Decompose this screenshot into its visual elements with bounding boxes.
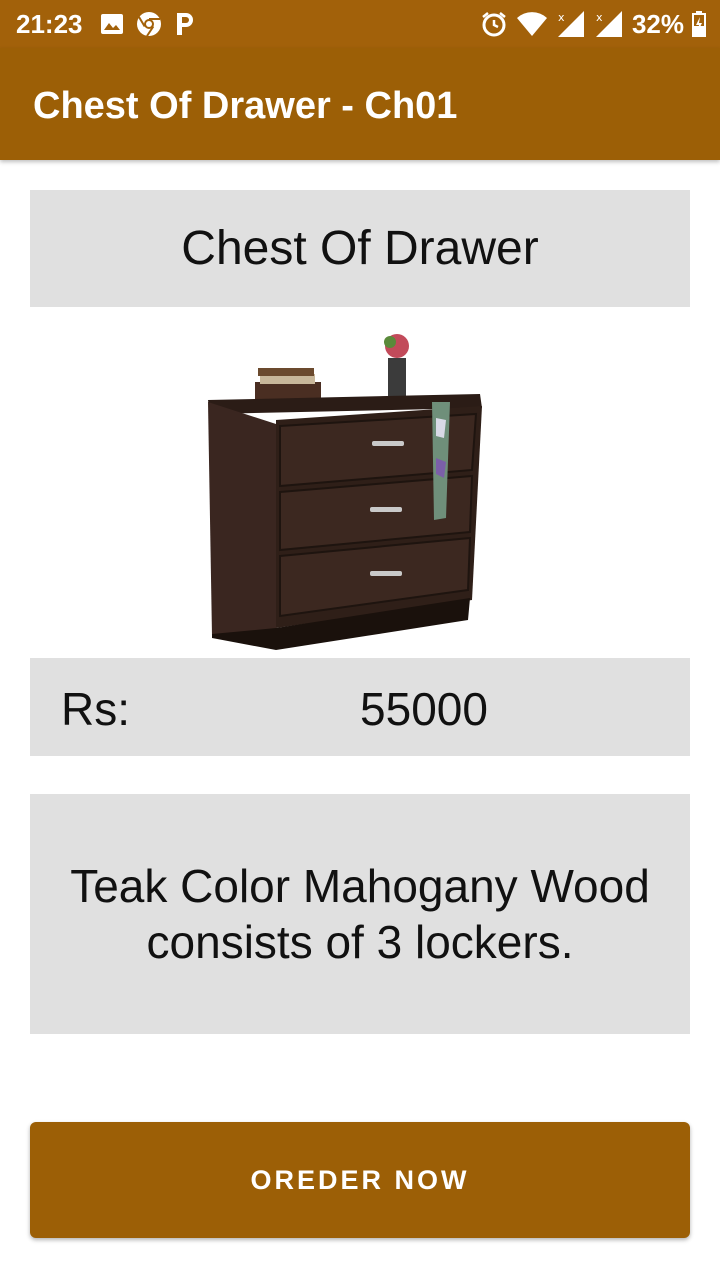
signal-icon: x: [557, 11, 584, 37]
signal-icon: x: [595, 11, 622, 37]
image-icon: [101, 14, 123, 34]
page-title: Chest Of Drawer - Ch01: [33, 85, 458, 127]
svg-text:x: x: [558, 11, 565, 24]
p-icon: [177, 13, 193, 35]
order-now-button[interactable]: OREDER NOW: [30, 1122, 690, 1238]
status-time: 21:23: [16, 9, 83, 39]
status-system-icons: x x 32%: [480, 8, 706, 40]
battery-icon: [692, 11, 706, 37]
price-value: 55000: [360, 683, 488, 735]
price-panel: Rs: 55000: [30, 658, 690, 756]
alarm-icon: [482, 12, 506, 37]
product-name: Chest Of Drawer: [181, 222, 539, 275]
wifi-icon: [516, 12, 547, 36]
svg-text:x: x: [596, 11, 603, 24]
product-description: Teak Color Mahogany Wood consists of 3 l…: [70, 860, 650, 968]
chest-of-drawer-image: [208, 334, 482, 650]
app-bar: Chest Of Drawer - Ch01: [0, 48, 720, 160]
battery-percent: 32%: [631, 9, 684, 39]
product-name-panel: Chest Of Drawer: [30, 190, 690, 307]
description-panel: Teak Color Mahogany Wood consists of 3 l…: [30, 794, 690, 1034]
status-bar: 21:23 x x 32%: [0, 0, 720, 48]
status-notification-icons: [100, 10, 196, 38]
chrome-icon: [137, 12, 161, 37]
